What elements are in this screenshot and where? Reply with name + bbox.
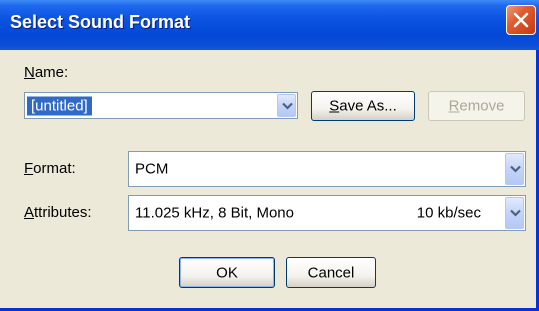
name-label: Name: [24,64,69,81]
format-label: Format: [24,160,76,177]
name-dropdown-button[interactable] [277,94,296,117]
close-button[interactable] [506,5,536,35]
select-sound-format-dialog: Select Sound Format Name: [untitled] Sav… [0,0,539,311]
chevron-down-icon [510,209,521,217]
name-combo[interactable]: [untitled] [24,92,298,119]
remove-button[interactable]: Remove [428,91,525,121]
save-as-button[interactable]: Save As... [311,91,415,121]
name-value: [untitled] [27,96,92,115]
attributes-value: 11.025 kHz, 8 Bit, Mono [135,204,294,222]
attributes-combo[interactable]: 11.025 kHz, 8 Bit, Mono 10 kb/sec [128,195,526,231]
ok-button[interactable]: OK [179,257,275,288]
attributes-label: Attributes: [24,204,92,221]
close-icon [513,12,529,28]
cancel-button[interactable]: Cancel [286,257,376,288]
attributes-dropdown-button[interactable] [505,197,524,229]
format-dropdown-button[interactable] [505,153,524,185]
attributes-rate: 10 kb/sec [416,204,481,222]
dialog-title: Select Sound Format [10,12,191,32]
chevron-down-icon [510,165,521,173]
chevron-down-icon [282,102,293,110]
format-combo[interactable]: PCM [128,151,526,187]
format-value: PCM [135,160,169,178]
title-bar[interactable]: Select Sound Format [0,0,539,50]
